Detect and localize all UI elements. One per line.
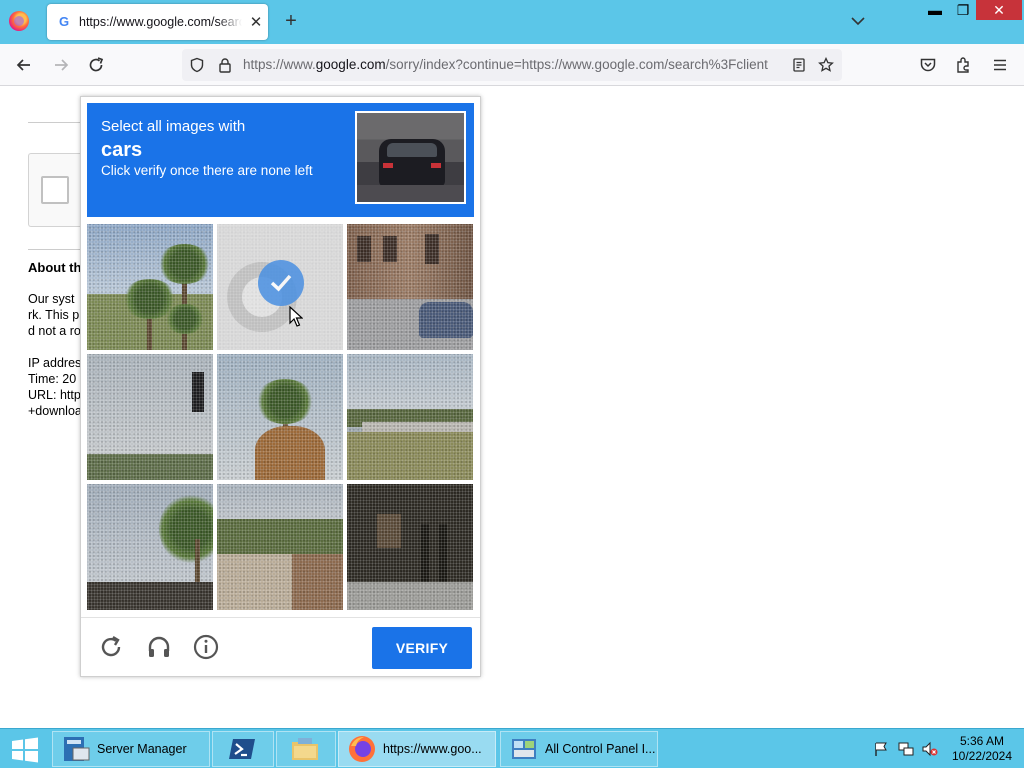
file-explorer-icon — [292, 738, 318, 760]
windows-taskbar: Server Manager https://www.goo... All Co… — [0, 728, 1024, 768]
new-tab-button[interactable]: + — [280, 10, 302, 32]
url-path: /sorry/index?continue=https://www.google… — [385, 57, 768, 72]
audio-challenge-headphones-icon[interactable] — [145, 633, 173, 661]
taskbar-item-control-panel[interactable]: All Control Panel I... — [500, 731, 658, 767]
url-line-cont: +downloa — [28, 404, 82, 418]
window-maximize-button[interactable]: ❐ — [950, 0, 976, 20]
pocket-icon[interactable] — [918, 55, 938, 75]
network-icon[interactable] — [898, 741, 914, 757]
time-line: Time: 20 — [28, 372, 77, 386]
image-tile-6[interactable] — [347, 354, 473, 480]
google-favicon-icon: G — [58, 14, 70, 29]
divider — [28, 122, 88, 123]
tail-light — [383, 163, 393, 168]
browser-tab[interactable]: G https://www.google.com/search ✕ — [47, 4, 268, 40]
image-tile-9[interactable] — [347, 484, 473, 610]
body-text-line: Our syst — [28, 292, 75, 306]
extensions-icon[interactable] — [954, 55, 974, 75]
instruction-text: Select all images with — [101, 118, 246, 135]
image-tile-5[interactable] — [217, 354, 343, 480]
url-prefix: https://www. — [243, 57, 316, 72]
action-center-flag-icon[interactable] — [873, 741, 889, 757]
divider — [28, 249, 88, 250]
challenge-footer: VERIFY — [81, 617, 480, 676]
bookmark-star-icon[interactable] — [818, 56, 834, 73]
system-clock[interactable]: 5:36 AM 10/22/2024 — [947, 734, 1017, 764]
image-tile-3[interactable] — [347, 224, 473, 350]
window-minimize-button[interactable]: ▬ — [922, 0, 948, 20]
taskbar-item-file-explorer[interactable] — [276, 731, 336, 767]
image-tile-8[interactable] — [217, 484, 343, 610]
lock-icon[interactable] — [217, 57, 233, 73]
about-heading: About th — [28, 260, 82, 275]
control-panel-icon — [512, 739, 536, 759]
firefox-icon — [349, 736, 375, 762]
url-text[interactable]: https://www.google.com/sorry/index?conti… — [243, 57, 781, 72]
info-help-icon[interactable] — [192, 633, 220, 661]
taskbar-item-server-manager[interactable]: Server Manager — [52, 731, 210, 767]
taskbar-item-powershell[interactable] — [212, 731, 274, 767]
forward-arrow-icon[interactable] — [51, 55, 71, 75]
server-manager-icon — [64, 737, 90, 761]
image-tile-1[interactable] — [87, 224, 213, 350]
hamburger-menu-icon[interactable] — [990, 55, 1010, 75]
taskbar-label: All Control Panel I... — [545, 742, 656, 756]
instruction-subtext: Click verify once there are none left — [101, 163, 313, 178]
mouse-cursor-icon — [289, 306, 303, 327]
back-arrow-icon[interactable] — [14, 55, 34, 75]
recaptcha-challenge: Select all images with cars Click verify… — [80, 96, 481, 677]
url-domain: google.com — [315, 57, 386, 72]
powershell-icon — [229, 739, 255, 759]
recaptcha-checkbox[interactable] — [41, 176, 69, 204]
tracking-shield-icon[interactable] — [189, 57, 205, 73]
body-text-line: rk. This p — [28, 308, 80, 322]
sample-car-window — [387, 143, 437, 157]
recaptcha-anchor-box — [28, 153, 88, 227]
checkmark-icon — [258, 260, 304, 306]
tab-title: https://www.google.com/search — [79, 15, 242, 29]
start-windows-icon[interactable] — [10, 737, 40, 763]
challenge-header: Select all images with cars Click verify… — [87, 103, 474, 217]
taskbar-label: https://www.goo... — [383, 742, 482, 756]
list-all-tabs-icon[interactable] — [849, 12, 867, 30]
verify-button[interactable]: VERIFY — [372, 627, 472, 669]
sample-road — [357, 185, 464, 202]
ip-address-line: IP addres — [28, 356, 82, 370]
image-tile-4[interactable] — [87, 354, 213, 480]
window-close-button[interactable]: ✕ — [976, 0, 1022, 20]
image-tile-2[interactable] — [217, 224, 343, 350]
url-bar[interactable]: https://www.google.com/sorry/index?conti… — [182, 49, 842, 81]
taskbar-label: Server Manager — [97, 742, 187, 756]
tab-strip: G https://www.google.com/search ✕ + ▬ ❐ … — [0, 0, 1024, 44]
tail-light — [431, 163, 441, 168]
reload-icon[interactable] — [86, 55, 106, 75]
clock-date: 10/22/2024 — [951, 749, 1013, 763]
target-object: cars — [101, 139, 143, 161]
reader-view-icon[interactable] — [791, 57, 807, 73]
tab-close-button[interactable]: ✕ — [248, 13, 264, 31]
volume-muted-icon[interactable] — [922, 741, 938, 757]
taskbar-item-firefox[interactable]: https://www.goo... — [338, 731, 496, 767]
image-tile-7[interactable] — [87, 484, 213, 610]
url-line: URL: http — [28, 388, 81, 402]
image-grid — [87, 224, 474, 610]
reload-challenge-icon[interactable] — [97, 633, 125, 661]
firefox-icon[interactable] — [9, 11, 29, 31]
body-text-line: d not a ro — [28, 324, 81, 338]
clock-time: 5:36 AM — [959, 734, 1005, 748]
navigation-bar: https://www.google.com/sorry/index?conti… — [0, 44, 1024, 86]
sample-car-image — [355, 111, 466, 204]
